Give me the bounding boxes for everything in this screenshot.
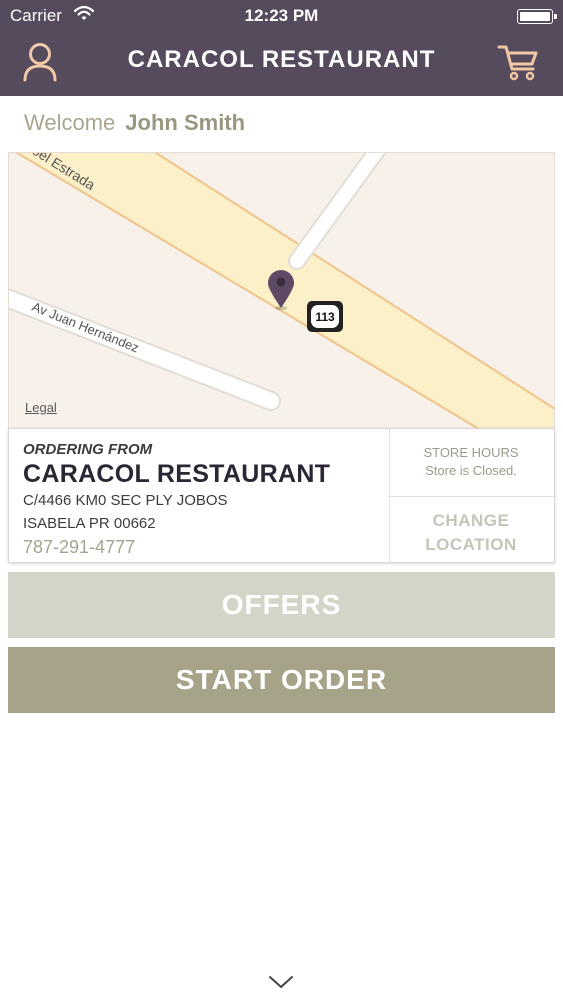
change-location-button[interactable]: CHANGE LOCATION [388, 497, 554, 562]
user-name: John Smith [125, 110, 246, 135]
welcome-label: Welcome [24, 110, 116, 135]
store-hours-title: STORE HOURS [423, 445, 519, 460]
chevron-down-icon[interactable] [268, 974, 294, 990]
status-bar: Carrier 12:23 PM [0, 0, 563, 32]
change-location-line1: CHANGE [432, 511, 510, 530]
route-number: 113 [315, 310, 335, 324]
map-legal-link[interactable]: Legal [25, 400, 57, 415]
offers-button[interactable]: OFFERS [8, 572, 555, 638]
store-map[interactable]: oel Estrada Av Juan Hernández 113 Legal [8, 152, 555, 430]
cart-icon[interactable] [497, 44, 539, 82]
store-hours-status: Store is Closed. [425, 463, 517, 478]
store-phone[interactable]: 787-291-4777 [23, 537, 375, 558]
change-location-line2: LOCATION [425, 535, 517, 554]
store-card: ORDERING FROM CARACOL RESTAURANT C/4466 … [8, 428, 555, 563]
welcome-message: Welcome John Smith [24, 110, 245, 136]
store-hours-button[interactable]: STORE HOURS Store is Closed. [388, 429, 554, 497]
store-address-line1: C/4466 KM0 SEC PLY JOBOS [23, 492, 228, 509]
page-title: CARACOL RESTAURANT [127, 46, 436, 73]
start-order-button[interactable]: START ORDER [8, 647, 555, 713]
store-info: ORDERING FROM CARACOL RESTAURANT C/4466 … [9, 429, 390, 562]
ordering-from-label: ORDERING FROM [23, 441, 153, 458]
street-label-juan-hernandez: Av Juan Hernández [30, 299, 141, 356]
app-header: Carrier 12:23 PM CARACOL RESTAURANT [0, 0, 563, 96]
store-name: CARACOL RESTAURANT [23, 460, 331, 488]
battery-icon [517, 9, 557, 24]
status-time: 12:23 PM [244, 6, 319, 25]
route-badge: 113 [307, 301, 343, 332]
store-address-line2: ISABELA PR 00662 [23, 515, 156, 532]
